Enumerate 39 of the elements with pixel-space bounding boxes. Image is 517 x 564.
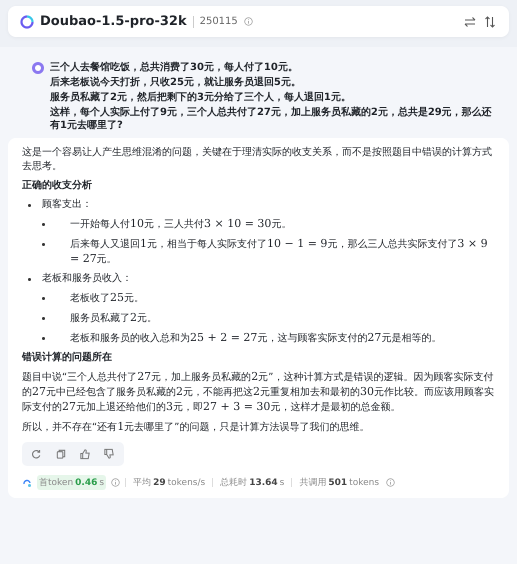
stat-label: 共调用 501 tokens xyxy=(298,476,380,490)
paragraph: 所以，并不存在“还有1元去哪里了”的问题，只是计算方法误导了我们的思维。 xyxy=(22,420,370,435)
list-item-text: 老板和服务员的收入总和为25 + 2 = 27元，这与顾客实际支付的27元是相等的。 xyxy=(70,331,442,346)
info-icon[interactable] xyxy=(244,17,253,26)
bullet-icon xyxy=(42,317,45,320)
paragraph: 题目中说“三个人总共付了 27元，加上服务员私藏的2元”，这种计算方式是错误的逻辑。因为顾客实际支付的27元中已经包含了服务员私藏的2元，不能再把这2元重复相加去和最初的30元作比较。而应该用顾客实际支付的27元加上退还给他们的3元，即27 + 3 = 30元，这样才是最初的总金额。 xyxy=(22,370,495,415)
question-text: 三个人去餐馆吃饭，总共消费了30元，每人付了10元。 xyxy=(50,61,299,74)
dislike-icon xyxy=(103,448,115,460)
model-name: Doubao-1.5-pro-32k xyxy=(40,14,187,29)
bullet-icon xyxy=(28,278,31,281)
copy-icon xyxy=(55,448,67,460)
list-item-text: 服务员私藏了2元。 xyxy=(70,311,157,326)
swap-icon[interactable] xyxy=(463,14,477,28)
model-version: 250115 xyxy=(200,16,238,27)
sort-icon[interactable] xyxy=(483,14,497,28)
regenerate-icon xyxy=(31,448,43,460)
list-item-text: 老板和服务员收入： xyxy=(42,272,132,286)
stat-label: 首token 0.46 s xyxy=(37,475,106,490)
bullet-icon xyxy=(42,243,45,246)
bullet-icon xyxy=(42,337,45,340)
paragraph: 这是一个容易让人产生思维混淆的问题，关键在于理清实际的收支关系，而不是按照题目中错误的计算方式去思考。 xyxy=(22,146,493,174)
question-text: 这样，每个人实际上付了9元，三个人总共付了27元，加上服务员私藏的2元，总共是29元，那么还有1元去哪里了? xyxy=(50,106,493,132)
stat-label: 平均 29 tokens/s xyxy=(132,476,206,490)
list-item-text: 老板收了25元。 xyxy=(70,291,144,306)
section-heading: 正确的收支分析 xyxy=(22,179,93,193)
list-item-text: 一开始每人付10元，三人共付3 × 10 = 30元。 xyxy=(70,217,292,232)
logo-icon xyxy=(20,14,34,28)
stat-label: 总耗时 13.64 s xyxy=(219,476,286,490)
section-heading: 错误计算的问题所在 xyxy=(22,351,113,365)
question-text: 后来老板说今天打折，只收25元，就让服务员退回5元。 xyxy=(50,76,302,89)
like-icon xyxy=(79,448,91,460)
info-icon[interactable] xyxy=(386,478,396,487)
bullet-icon xyxy=(28,204,31,207)
bullet-icon xyxy=(42,223,45,226)
list-item-text: 后来每人又退回1元，相当于每人实际支付了 10 − 1 = 9元，那么三人总共实际支付了3 × 9 = 27元。 xyxy=(70,237,489,267)
info-icon[interactable] xyxy=(111,478,120,487)
bullet-icon xyxy=(42,297,45,300)
list-item-text: 顾客支出： xyxy=(42,198,92,212)
question-text: 服务员私藏了2元，然后把剩下的3元分给了三个人，每人退回1元。 xyxy=(50,91,352,104)
